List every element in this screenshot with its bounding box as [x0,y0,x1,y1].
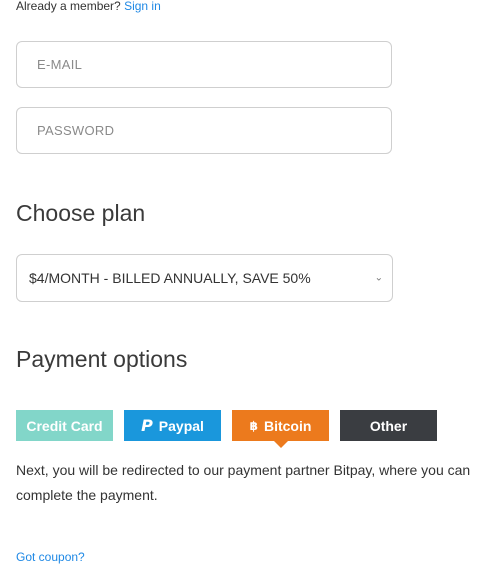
sign-in-link[interactable]: Sign in [124,0,161,13]
paypal-button[interactable]: P Paypal [124,410,221,441]
member-prompt: Already a member? Sign in [16,0,161,14]
chevron-down-icon: ⌄ [374,272,383,284]
paypal-icon: P [141,416,153,435]
credit-card-button[interactable]: Credit Card [16,410,113,441]
choose-plan-heading: Choose plan [16,200,146,226]
member-prompt-text: Already a member? [16,0,121,13]
bitcoin-label: Bitcoin [263,417,312,434]
coupon-link[interactable]: Got coupon? [16,550,85,564]
email-field[interactable] [16,41,392,88]
password-field[interactable] [16,107,392,154]
bitcoin-icon: ฿ [249,418,258,433]
paypal-label: Paypal [158,417,204,434]
payment-options-heading: Payment options [16,346,188,372]
other-payment-button[interactable]: Other [340,410,437,441]
payment-redirect-note: Next, you will be redirected to our paym… [16,462,471,503]
plan-select[interactable]: $4/MONTH - BILLED ANNUALLY, SAVE 50% ⌄ [16,254,393,302]
plan-select-value: $4/MONTH - BILLED ANNUALLY, SAVE 50% [29,270,311,286]
signup-page: Already a member? Sign in Choose plan $4… [0,0,498,572]
bitcoin-button[interactable]: ฿ Bitcoin [232,410,329,441]
other-label: Other [369,417,408,434]
credit-card-label: Credit Card [26,417,103,434]
